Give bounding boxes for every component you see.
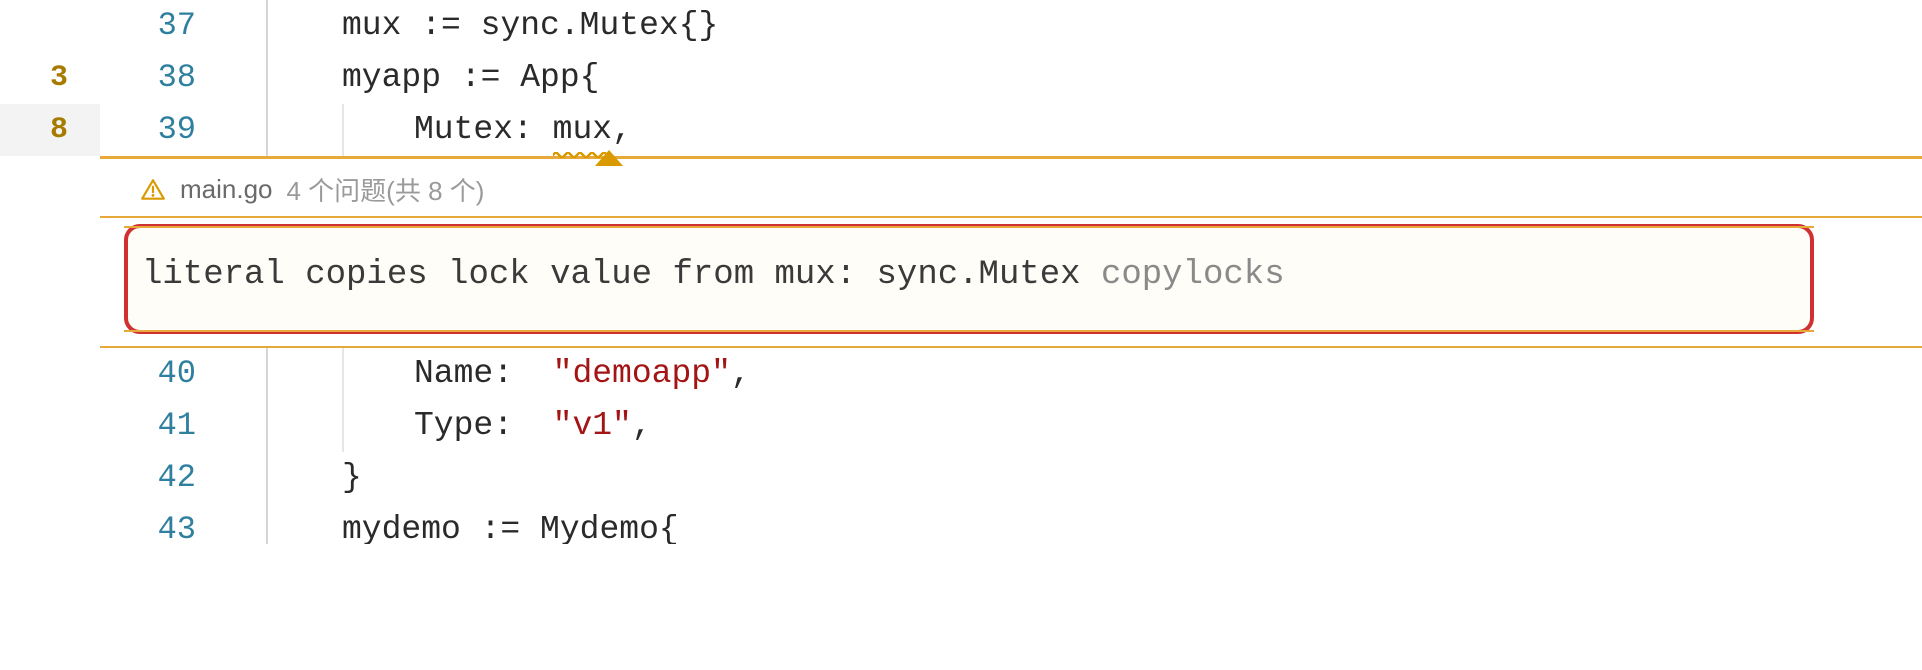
- line-number: 41: [100, 400, 228, 452]
- gutter: [228, 504, 268, 544]
- minimap-count[interactable]: 3: [0, 52, 100, 104]
- line-number: 42: [100, 452, 228, 504]
- code-line[interactable]: 42 }: [0, 452, 1922, 504]
- line-number: 43: [100, 504, 228, 544]
- divider: [100, 216, 1922, 218]
- problems-header[interactable]: main.go 4 个问题(共 8 个): [0, 159, 1922, 216]
- problems-count: 4 个问题(共 8 个): [287, 171, 485, 208]
- code-content[interactable]: myapp := App{: [268, 52, 1922, 104]
- line-number: 38: [100, 52, 228, 104]
- code-content[interactable]: mux := sync.Mutex{}: [268, 0, 1922, 52]
- code-content[interactable]: Mutex: mux,: [268, 104, 1922, 156]
- warning-squiggle[interactable]: mux: [553, 104, 612, 156]
- problem-item[interactable]: literal copies lock value from mux: sync…: [124, 224, 1814, 334]
- problem-tag: copylocks: [1101, 256, 1285, 294]
- line-number: 39: [100, 104, 228, 156]
- code-content[interactable]: Type: "v1",: [268, 400, 1922, 452]
- caret-up-icon: [595, 150, 623, 166]
- problem-message: literal copies lock value from mux: sync…: [142, 256, 1796, 294]
- code-content[interactable]: mydemo := Mydemo{: [268, 504, 1922, 544]
- line-number: 37: [100, 0, 228, 52]
- code-line[interactable]: 8 39 Mutex: mux,: [0, 104, 1922, 156]
- code-line[interactable]: 40 Name: "demoapp",: [0, 348, 1922, 400]
- code-line[interactable]: 37 mux := sync.Mutex{}: [0, 0, 1922, 52]
- line-number: 40: [100, 348, 228, 400]
- code-line[interactable]: 3 38 myapp := App{: [0, 52, 1922, 104]
- warning-icon: [140, 177, 166, 203]
- gutter: [228, 348, 268, 400]
- problems-filename[interactable]: main.go: [180, 174, 273, 205]
- gutter: [228, 104, 268, 156]
- minimap-count[interactable]: 8: [0, 104, 100, 156]
- gutter: [228, 400, 268, 452]
- gutter: [228, 0, 268, 52]
- code-line[interactable]: 41 Type: "v1",: [0, 400, 1922, 452]
- gutter: [228, 452, 268, 504]
- code-content[interactable]: }: [268, 452, 1922, 504]
- code-content[interactable]: Name: "demoapp",: [268, 348, 1922, 400]
- gutter: [228, 52, 268, 104]
- code-editor: 37 mux := sync.Mutex{} 3 38 myapp := App…: [0, 0, 1922, 670]
- code-line[interactable]: 43 mydemo := Mydemo{: [0, 504, 1922, 544]
